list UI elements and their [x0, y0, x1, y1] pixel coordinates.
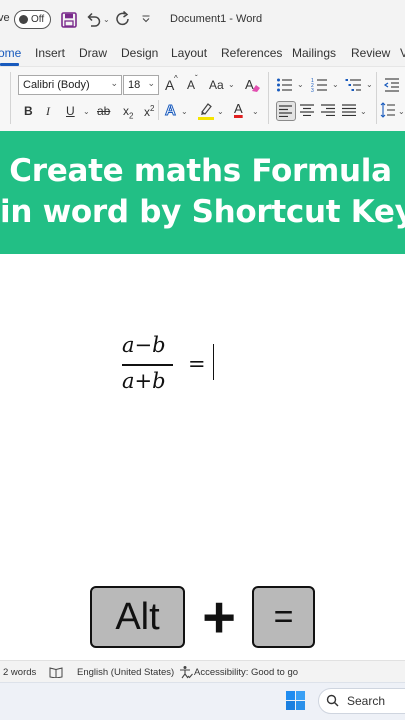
chevron-down-icon[interactable]: ⌄: [297, 80, 304, 89]
tab-home[interactable]: ome: [0, 46, 21, 60]
superscript-digit: 2: [150, 104, 155, 113]
font-size-combo[interactable]: 18 ⌄: [123, 75, 159, 95]
chevron-down-icon[interactable]: ⌄: [228, 80, 235, 89]
align-left-icon: [279, 105, 292, 117]
grow-font-caret-icon: ^: [174, 74, 178, 83]
chevron-down-icon: ⌄: [147, 78, 155, 88]
svg-text:3: 3: [311, 88, 314, 93]
search-icon: [326, 694, 339, 707]
change-case-button[interactable]: Aa: [209, 78, 224, 92]
shrink-font-button[interactable]: A: [187, 78, 195, 92]
clear-formatting-icon[interactable]: A: [243, 76, 261, 94]
highlight-color-bar: [198, 117, 214, 120]
fraction-denominator: a+b: [122, 369, 166, 393]
text-cursor: [213, 344, 214, 380]
tab-view[interactable]: V: [400, 46, 405, 60]
fraction-numerator: a−b: [122, 333, 166, 357]
multilevel-list-icon[interactable]: [345, 77, 363, 93]
accessibility-status[interactable]: Accessibility: Good to go: [194, 667, 298, 678]
italic-button[interactable]: I: [46, 104, 50, 119]
windows-start-icon[interactable]: [286, 691, 305, 710]
align-center-icon[interactable]: [300, 104, 314, 116]
search-label: Search: [347, 694, 386, 708]
book-proofing-icon[interactable]: [49, 666, 63, 678]
tab-references[interactable]: References: [221, 46, 282, 60]
chevron-down-icon[interactable]: ⌄: [398, 107, 405, 116]
line-spacing-icon[interactable]: [380, 102, 396, 118]
grow-font-button[interactable]: A: [165, 77, 174, 93]
underline-button[interactable]: U: [66, 104, 75, 118]
chevron-down-icon[interactable]: ⌄: [83, 107, 90, 116]
chevron-down-icon[interactable]: ⌄: [181, 107, 188, 116]
accessibility-icon[interactable]: [179, 665, 193, 679]
banner-heading-line-1: Create maths Formula: [9, 153, 392, 189]
word-count[interactable]: 2 words: [3, 667, 36, 678]
numbering-icon[interactable]: 1 2 3: [311, 77, 329, 93]
equals-key: =: [252, 586, 315, 648]
chevron-down-icon: ⌄: [110, 78, 118, 88]
strikethrough-button[interactable]: ab: [97, 104, 110, 118]
autosave-state: Off: [31, 14, 45, 25]
chevron-down-icon[interactable]: ⌄: [332, 80, 339, 89]
align-left-button[interactable]: [276, 101, 296, 121]
autosave-toggle[interactable]: Off: [14, 10, 51, 29]
tab-layout[interactable]: Layout: [171, 46, 207, 60]
redo-icon[interactable]: [114, 10, 132, 28]
text-effects-button[interactable]: A: [165, 102, 177, 120]
title-banner: [0, 131, 405, 254]
ribbon-separator: [10, 72, 11, 124]
tab-insert[interactable]: Insert: [35, 46, 65, 60]
toggle-knob: [19, 15, 28, 24]
tab-design[interactable]: Design: [121, 46, 158, 60]
font-size-value: 18: [128, 79, 141, 91]
document-title: Document1 - Word: [170, 13, 263, 25]
language-indicator[interactable]: English (United States): [77, 667, 174, 678]
highlighter-icon[interactable]: [197, 101, 215, 121]
bold-button[interactable]: B: [24, 104, 33, 118]
alt-key: Alt: [90, 586, 185, 648]
decrease-indent-icon[interactable]: [383, 77, 401, 93]
svg-text:A: A: [245, 77, 254, 92]
chevron-down-icon[interactable]: ⌄: [360, 107, 367, 116]
shrink-font-caret-icon: ˇ: [195, 74, 198, 83]
bullets-icon[interactable]: [276, 77, 294, 93]
autosave-label: ve: [0, 12, 10, 24]
ribbon-separator: [376, 72, 377, 124]
font-name-value: Calibri (Body): [23, 79, 90, 91]
chevron-down-icon[interactable]: ⌄: [252, 107, 259, 116]
tab-review[interactable]: Review: [351, 46, 390, 60]
tab-mailings[interactable]: Mailings: [292, 46, 336, 60]
chevron-down-icon[interactable]: ⌄: [366, 80, 373, 89]
ribbon-separator: [268, 72, 269, 124]
subscript-digit: 2: [129, 111, 134, 121]
undo-icon[interactable]: [84, 10, 102, 28]
tab-draw[interactable]: Draw: [79, 46, 107, 60]
font-color-button[interactable]: A: [234, 101, 243, 116]
subscript-button[interactable]: x2: [123, 104, 133, 120]
superscript-button[interactable]: x2: [144, 104, 154, 119]
chevron-down-icon[interactable]: ⌄: [217, 107, 224, 116]
equals-sign: =: [188, 352, 206, 376]
font-name-combo[interactable]: Calibri (Body) ⌄: [18, 75, 122, 95]
customize-toolbar-icon[interactable]: [141, 14, 151, 24]
justify-icon[interactable]: [342, 104, 356, 116]
undo-dropdown-chevron-icon[interactable]: ⌄: [103, 15, 110, 24]
align-right-icon[interactable]: [321, 104, 335, 116]
ribbon-separator: [158, 100, 159, 120]
save-icon[interactable]: [60, 11, 78, 29]
plus-sign: +: [202, 584, 236, 650]
banner-heading-line-2: in word by Shortcut Key: [0, 194, 405, 230]
fraction-bar: [122, 364, 173, 366]
